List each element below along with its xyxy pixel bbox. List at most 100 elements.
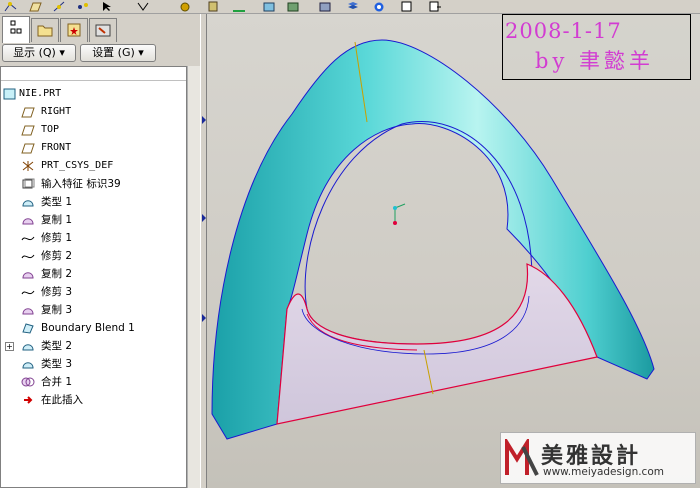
tree-item[interactable]: 类型 1 xyxy=(1,193,186,211)
tree-item[interactable]: 合并 1 xyxy=(1,373,186,391)
tree-item[interactable]: TOP xyxy=(1,121,186,139)
folder-icon xyxy=(37,25,53,37)
refresh-icon[interactable] xyxy=(372,1,386,12)
layer-icon[interactable] xyxy=(178,1,192,12)
sketch-icon[interactable] xyxy=(4,1,18,12)
copy-surface-icon xyxy=(22,272,34,279)
collapse-arrow-icon[interactable] xyxy=(202,116,206,124)
model-tree-list: NIE.PRT RIGHT TOP FRONT PRT_CSYS_DEF 输入特征 标识… xyxy=(1,85,186,409)
watermark: 美雅設計 www.meiyadesign.com xyxy=(500,432,696,484)
tree-item[interactable]: + 类型 2 xyxy=(1,337,186,355)
tree-scrollbar[interactable] xyxy=(187,66,200,488)
tree-item-label: 输入特征 标识39 xyxy=(41,178,121,190)
tree-item[interactable]: FRONT xyxy=(1,139,186,157)
csys-origin xyxy=(393,206,397,210)
panel-splitter[interactable] xyxy=(200,14,207,488)
tree-item[interactable]: 复制 1 xyxy=(1,211,186,229)
collapse-arrow-icon[interactable] xyxy=(202,214,206,222)
model-render xyxy=(211,39,655,440)
repaint-icon[interactable] xyxy=(262,1,276,12)
copy-surface-icon xyxy=(22,308,34,315)
connections-tab[interactable] xyxy=(89,18,117,42)
csys-icon xyxy=(22,161,34,171)
trim-icon xyxy=(21,236,35,241)
brand-logo-icon xyxy=(505,439,539,476)
tree-item-label: FRONT xyxy=(41,142,72,153)
boundary-blend-icon xyxy=(22,323,34,334)
datum-axis-icon[interactable] xyxy=(52,1,66,12)
quilt-icon xyxy=(22,200,34,207)
folder-browser-tab[interactable] xyxy=(31,18,59,42)
import-feature-icon xyxy=(22,178,35,189)
show-menu-button[interactable]: 显示 (Q) ▾ xyxy=(2,44,76,62)
tree-root[interactable]: NIE.PRT xyxy=(1,85,186,103)
tree-item[interactable]: PRT_CSYS_DEF xyxy=(1,157,186,175)
layer-icon[interactable] xyxy=(346,1,360,12)
datum-plane-icon xyxy=(21,107,35,118)
favorites-icon xyxy=(67,23,81,37)
part-icon xyxy=(3,88,16,100)
copy-surface-icon xyxy=(22,218,34,225)
tree-item-label: 合并 1 xyxy=(41,376,73,388)
insert-here-arrow-icon xyxy=(24,396,33,404)
top-toolbar xyxy=(0,0,700,14)
orient-icon[interactable] xyxy=(206,1,220,12)
select-icon[interactable] xyxy=(100,1,114,12)
tree-item[interactable]: 修剪 2 xyxy=(1,247,186,265)
tree-item-label: 复制 1 xyxy=(41,214,73,226)
tree-column-header xyxy=(1,67,186,81)
watermark-url: www.meiyadesign.com xyxy=(543,466,664,478)
model-tree-panel: 显示 (Q) ▾ 设置 (G) ▾ NIE.PRT RIGHT TOP FRONT P… xyxy=(0,14,200,488)
tree-item[interactable]: 复制 3 xyxy=(1,301,186,319)
tree-item[interactable]: 复制 2 xyxy=(1,265,186,283)
export-icon[interactable] xyxy=(428,1,442,12)
tree-item[interactable]: Boundary Blend 1 xyxy=(1,319,186,337)
tree-item-label: RIGHT xyxy=(41,106,72,117)
trim-icon xyxy=(21,254,35,259)
graphics-window[interactable]: 2008-1-17 by 聿懿羊 美雅設計 www.meiyadesign.co… xyxy=(207,14,700,488)
model-tree-tab[interactable] xyxy=(2,16,30,43)
merge-icon xyxy=(21,377,35,387)
tree-item[interactable]: 在此插入 xyxy=(1,391,186,409)
tree-item-label: 在此插入 xyxy=(41,394,83,406)
zoom-icon[interactable] xyxy=(232,1,246,12)
tree-item[interactable]: RIGHT xyxy=(1,103,186,121)
tree-root-label: NIE.PRT xyxy=(19,88,62,99)
favorites-tab[interactable] xyxy=(60,18,88,42)
tree-item-label: 修剪 1 xyxy=(41,232,73,244)
sheet-icon[interactable] xyxy=(400,1,414,12)
author-overlay: 2008-1-17 by 聿懿羊 xyxy=(502,14,691,80)
csys-z-point xyxy=(393,221,397,225)
tree-item[interactable]: 修剪 3 xyxy=(1,283,186,301)
tree-item[interactable]: 类型 3 xyxy=(1,355,186,373)
datum-point-icon[interactable] xyxy=(76,1,90,12)
trim-icon xyxy=(21,290,35,295)
tree-item[interactable]: 修剪 1 xyxy=(1,229,186,247)
expand-icon[interactable]: + xyxy=(5,342,14,351)
tree-item-label: 类型 2 xyxy=(41,340,73,352)
quilt-icon xyxy=(22,344,34,351)
view-icon[interactable] xyxy=(136,1,150,12)
datum-plane-icon[interactable] xyxy=(28,1,42,12)
navigator-tabs xyxy=(0,16,200,43)
tree-item[interactable]: 输入特征 标识39 xyxy=(1,175,186,193)
tree-menus: 显示 (Q) ▾ 设置 (G) ▾ xyxy=(0,44,200,62)
tree-item-label: 复制 3 xyxy=(41,304,73,316)
tree-item-label: 修剪 3 xyxy=(41,286,73,298)
tree-item-label: 复制 2 xyxy=(41,268,73,280)
overlay-date: 2008-1-17 xyxy=(505,19,622,43)
tree-item-label: PRT_CSYS_DEF xyxy=(41,160,114,171)
collapse-arrow-icon[interactable] xyxy=(202,314,206,322)
tree-item-label: Boundary Blend 1 xyxy=(41,322,135,334)
quilt-icon xyxy=(22,362,34,369)
pink-surface xyxy=(276,263,598,425)
overlay-author: by 聿懿羊 xyxy=(535,49,654,73)
tree-item-label: TOP xyxy=(41,124,60,135)
datum-plane-icon xyxy=(21,143,35,154)
model-tree: NIE.PRT RIGHT TOP FRONT PRT_CSYS_DEF 输入特征 标识… xyxy=(0,66,187,488)
saved-view-icon[interactable] xyxy=(286,1,300,12)
tree-item-label: 类型 3 xyxy=(41,358,73,370)
settings-menu-button[interactable]: 设置 (G) ▾ xyxy=(80,44,156,62)
connections-icon xyxy=(95,24,111,37)
refit-icon[interactable] xyxy=(318,1,332,12)
